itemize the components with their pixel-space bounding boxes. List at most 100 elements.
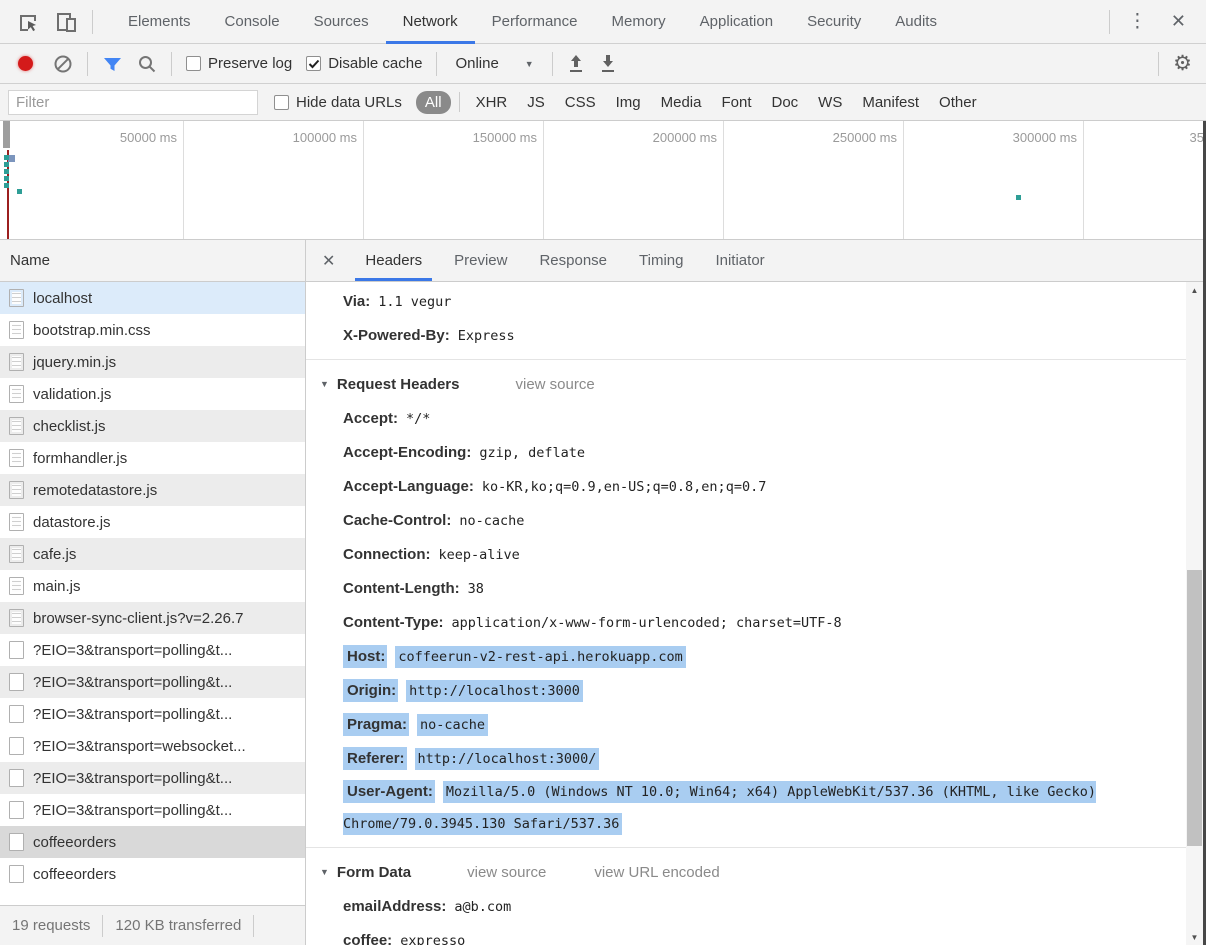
tab-application[interactable]: Application — [683, 0, 790, 44]
request-row[interactable]: validation.js — [0, 378, 305, 410]
hide-data-urls-checkbox[interactable] — [274, 94, 289, 110]
request-row[interactable]: bootstrap.min.css — [0, 314, 305, 346]
close-devtools-icon[interactable]: ✕ — [1165, 11, 1192, 32]
detail-tab-timing[interactable]: Timing — [623, 240, 699, 281]
throttling-dropdown[interactable]: Online ▼ — [451, 55, 537, 72]
tab-console[interactable]: Console — [208, 0, 297, 44]
divider — [87, 51, 88, 76]
filter-type-ws[interactable]: WS — [810, 91, 850, 114]
detail-tab-initiator[interactable]: Initiator — [699, 240, 780, 281]
document-icon — [9, 545, 24, 563]
detail-tab-response[interactable]: Response — [523, 240, 623, 281]
disclosure-triangle-icon[interactable]: ▼ — [320, 867, 329, 877]
request-row[interactable]: ?EIO=3&transport=polling&t... — [0, 634, 305, 666]
inspect-element-icon[interactable] — [16, 10, 40, 34]
request-headers-section-header[interactable]: ▼ Request Headers view source — [306, 366, 1186, 402]
header-line: Accept-Encoding: gzip, deflate — [306, 436, 1186, 470]
request-row[interactable]: main.js — [0, 570, 305, 602]
header-line: Connection: keep-alive — [306, 538, 1186, 572]
request-dot — [4, 155, 9, 160]
divider — [1108, 9, 1110, 34]
header-name: Connection: — [343, 546, 431, 563]
request-row[interactable]: ?EIO=3&transport=websocket... — [0, 730, 305, 762]
preserve-log-checkbox[interactable] — [186, 56, 201, 71]
filter-type-manifest[interactable]: Manifest — [854, 91, 927, 114]
form-data-section-header[interactable]: ▼ Form Data view source view URL encoded — [306, 854, 1186, 890]
filter-type-css[interactable]: CSS — [557, 91, 604, 114]
header-line: coffee: expresso — [306, 924, 1186, 945]
request-icon — [9, 865, 24, 883]
export-har-icon[interactable] — [599, 54, 617, 73]
request-icon — [9, 833, 24, 851]
tab-performance[interactable]: Performance — [475, 0, 595, 44]
view-source-link[interactable]: view source — [467, 864, 546, 881]
name-column-header[interactable]: Name — [0, 240, 305, 282]
scrollbar-thumb[interactable] — [1187, 570, 1202, 846]
request-row[interactable]: browser-sync-client.js?v=2.26.7 — [0, 602, 305, 634]
close-detail-icon[interactable]: ✕ — [306, 240, 349, 281]
device-toolbar-icon[interactable] — [54, 10, 78, 34]
scroll-up-icon[interactable]: ▲ — [1186, 282, 1203, 298]
disable-cache-toggle[interactable]: Disable cache — [306, 55, 422, 72]
request-row[interactable]: checklist.js — [0, 410, 305, 442]
header-line: X-Powered-By: Express — [306, 319, 1186, 353]
request-row[interactable]: coffeeorders — [0, 826, 305, 858]
vertical-scrollbar[interactable]: ▲ ▼ — [1186, 282, 1203, 945]
request-row[interactable]: ?EIO=3&transport=polling&t... — [0, 666, 305, 698]
hide-data-urls-toggle[interactable]: Hide data URLs — [274, 94, 402, 111]
tab-memory[interactable]: Memory — [595, 0, 683, 44]
disable-cache-checkbox[interactable] — [306, 56, 322, 71]
filter-type-other[interactable]: Other — [931, 91, 985, 114]
search-icon[interactable] — [137, 54, 157, 74]
view-url-encoded-link[interactable]: view URL encoded — [594, 864, 719, 881]
detail-tab-headers[interactable]: Headers — [349, 240, 438, 281]
record-button[interactable] — [18, 56, 33, 71]
request-row[interactable]: formhandler.js — [0, 442, 305, 474]
scroll-down-icon[interactable]: ▼ — [1186, 929, 1203, 945]
view-source-link[interactable]: view source — [515, 376, 594, 393]
clear-icon[interactable] — [53, 54, 73, 74]
request-row[interactable]: ?EIO=3&transport=polling&t... — [0, 698, 305, 730]
header-line: Accept-Language: ko-KR,ko;q=0.9,en-US;q=0… — [306, 470, 1186, 504]
tab-elements[interactable]: Elements — [111, 0, 208, 44]
preserve-log-toggle[interactable]: Preserve log — [186, 55, 292, 72]
request-row[interactable]: ?EIO=3&transport=polling&t... — [0, 762, 305, 794]
request-name: checklist.js — [33, 417, 106, 435]
devtools-window: Elements Console Sources Network Performance… — [0, 0, 1206, 945]
detail-tab-preview[interactable]: Preview — [438, 240, 523, 281]
request-row[interactable]: coffeeorders — [0, 858, 305, 890]
filter-icon[interactable] — [102, 54, 123, 74]
tab-audits[interactable]: Audits — [878, 0, 954, 44]
filter-type-media[interactable]: Media — [653, 91, 710, 114]
more-options-icon[interactable]: ⋮ — [1120, 10, 1155, 33]
header-name: Content-Type: — [343, 614, 444, 631]
preserve-log-label: Preserve log — [208, 55, 293, 72]
filter-type-font[interactable]: Font — [713, 91, 759, 114]
tab-sources[interactable]: Sources — [297, 0, 386, 44]
request-row[interactable]: cafe.js — [0, 538, 305, 570]
divider — [92, 9, 93, 34]
network-overview-timeline[interactable]: 50000 ms 100000 ms 150000 ms 200000 ms 25000… — [0, 121, 1206, 240]
tab-security[interactable]: Security — [790, 0, 878, 44]
request-name: datastore.js — [33, 513, 111, 531]
settings-gear-icon[interactable]: ⚙ — [1173, 53, 1192, 74]
request-icon — [9, 801, 24, 819]
request-row[interactable]: ?EIO=3&transport=polling&t... — [0, 794, 305, 826]
request-row[interactable]: jquery.min.js — [0, 346, 305, 378]
disclosure-triangle-icon[interactable]: ▼ — [320, 379, 329, 389]
filter-bar: Hide data URLs All XHRJSCSSImgMediaFontDo… — [0, 84, 1206, 121]
request-name: browser-sync-client.js?v=2.26.7 — [33, 609, 244, 627]
filter-type-img[interactable]: Img — [608, 91, 649, 114]
filter-type-doc[interactable]: Doc — [763, 91, 806, 114]
request-row[interactable]: remotedatastore.js — [0, 474, 305, 506]
filter-type-all[interactable]: All — [415, 90, 451, 114]
tab-network[interactable]: Network — [385, 0, 475, 44]
request-row[interactable]: localhost — [0, 282, 305, 314]
filter-type-xhr[interactable]: XHR — [468, 91, 516, 114]
header-value: 38 — [467, 581, 484, 597]
filter-type-js[interactable]: JS — [519, 91, 553, 114]
filter-input[interactable] — [8, 89, 258, 115]
request-row[interactable]: datastore.js — [0, 506, 305, 538]
import-har-icon[interactable] — [567, 54, 585, 73]
header-line: emailAddress: a@b.com — [306, 890, 1186, 924]
